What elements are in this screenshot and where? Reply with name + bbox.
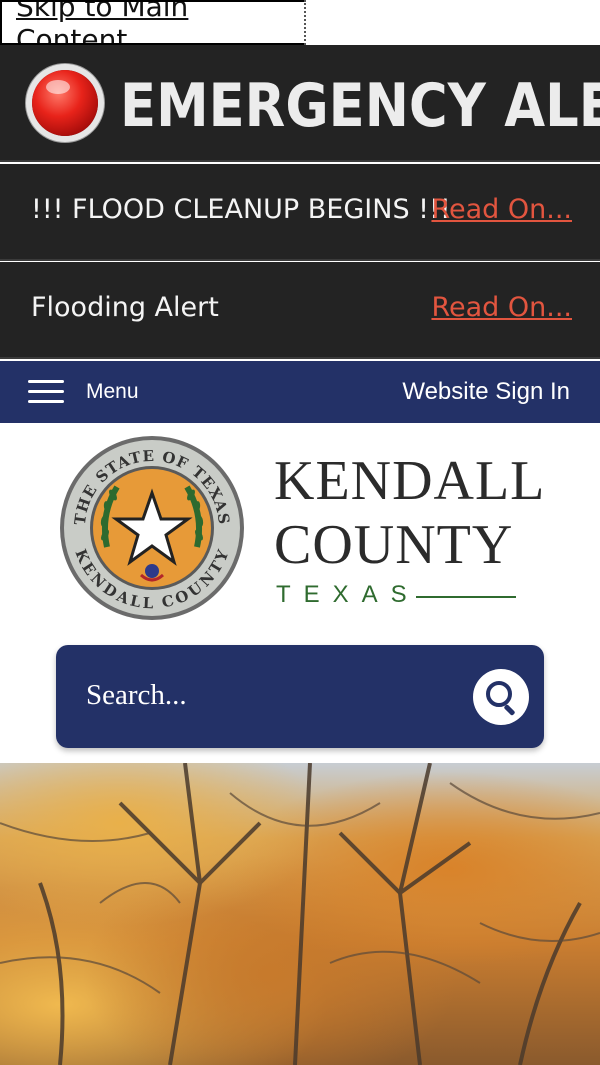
emergency-alert-title: EMERGENCY ALERT (120, 71, 600, 141)
alert-read-on-link[interactable]: Read On... (431, 292, 572, 323)
alert-light-icon (32, 70, 98, 136)
county-seal-logo[interactable]: THE STATE OF TEXAS KENDALL COUNTY (55, 435, 249, 621)
hero-image (0, 763, 600, 1065)
state-divider (416, 596, 516, 598)
emergency-alert-header: EMERGENCY ALERT (0, 45, 600, 162)
alert-item: Flooding Alert Read On... (0, 262, 600, 359)
county-name-line2: COUNTY (274, 514, 514, 576)
alert-item: !!! FLOOD CLEANUP BEGINS !!! Read On... (0, 164, 600, 261)
menu-button[interactable]: Menu (86, 380, 139, 404)
autumn-trees-image (0, 763, 600, 1065)
hamburger-icon[interactable] (28, 379, 64, 405)
search-bar (56, 645, 544, 748)
state-name: TEXAS (276, 581, 420, 608)
county-branding: THE STATE OF TEXAS KENDALL COUNTY KENDAL (0, 423, 600, 763)
skip-to-main-content-link[interactable]: Skip to Main Content (0, 0, 306, 56)
website-sign-in-link[interactable]: Website Sign In (402, 378, 570, 406)
county-name-line1: KENDALL (274, 450, 546, 512)
alert-item-text: Flooding Alert (31, 292, 219, 323)
top-navbar: Menu Website Sign In (0, 361, 600, 423)
alert-item-text: !!! FLOOD CLEANUP BEGINS !!! (31, 194, 451, 225)
search-input[interactable] (86, 679, 446, 712)
seal-icon: THE STATE OF TEXAS KENDALL COUNTY (60, 436, 244, 620)
search-button[interactable] (473, 669, 529, 725)
alert-read-on-link[interactable]: Read On... (431, 194, 572, 225)
